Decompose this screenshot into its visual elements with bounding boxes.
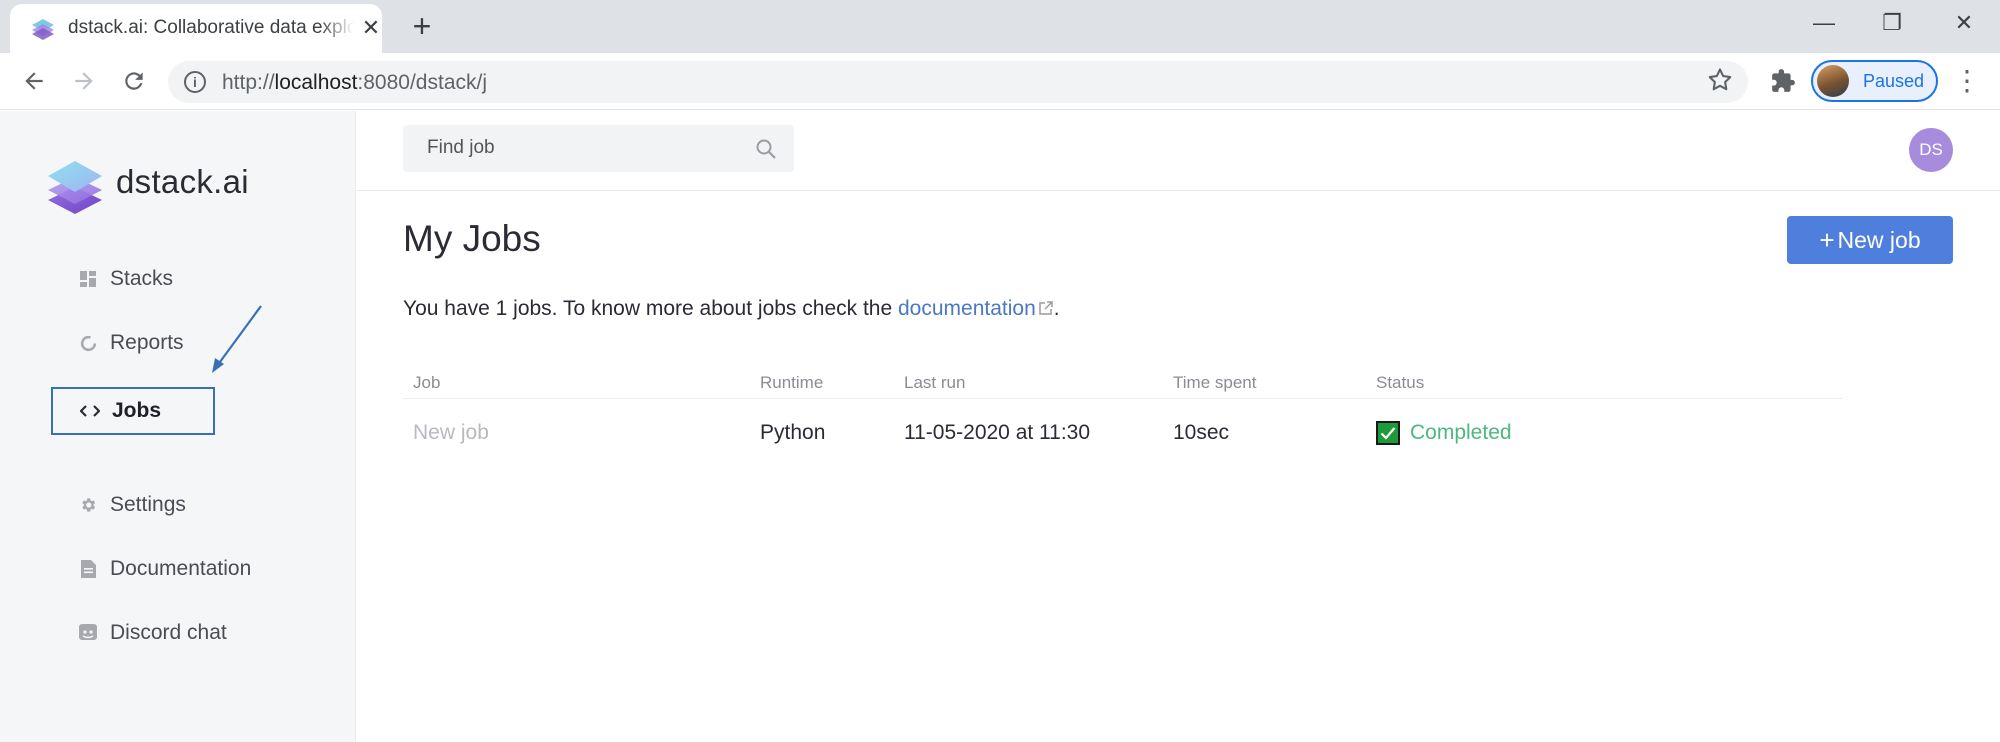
forward-button[interactable] xyxy=(66,63,102,99)
code-icon xyxy=(80,401,100,421)
tab-title: dstack.ai: Collaborative data exploratio… xyxy=(68,17,354,38)
reload-icon xyxy=(125,72,143,90)
arrow-right-icon xyxy=(75,72,93,90)
sidebar-item-label: Stacks xyxy=(110,267,174,290)
sidebar-item-discord-chat[interactable]: Discord chat xyxy=(78,615,227,651)
address-bar[interactable]: i http://localhost:8080/dstack/j xyxy=(168,61,1748,103)
sidebar-item-label: Settings xyxy=(110,493,186,516)
column-header-status[interactable]: Status xyxy=(1376,373,1424,393)
page-title: My Jobs xyxy=(403,218,541,259)
arrow-left-icon xyxy=(25,72,43,90)
job-last-run: 11-05-2020 at 11:30 xyxy=(904,421,1091,444)
sidebar-item-label: Documentation xyxy=(110,557,252,580)
table-header: Job Runtime Last run Time spent Status xyxy=(403,361,1843,399)
browser-toolbar: i http://localhost:8080/dstack/j Paused … xyxy=(0,53,2000,110)
profile-avatar xyxy=(1817,65,1849,97)
new-tab-button[interactable]: + xyxy=(406,10,438,42)
discord-icon xyxy=(78,623,98,643)
sidebar-item-stacks[interactable]: Stacks xyxy=(78,261,173,297)
new-job-button[interactable]: + New job xyxy=(1787,216,1953,264)
sidebar-item-label: Jobs xyxy=(112,399,162,422)
gear-icon xyxy=(78,495,98,515)
external-link-icon xyxy=(1039,301,1053,315)
reload-button[interactable] xyxy=(116,63,152,99)
search-icon[interactable] xyxy=(754,137,778,161)
search-box[interactable] xyxy=(403,125,794,172)
new-job-label: New job xyxy=(1837,226,1921,253)
job-status: Completed xyxy=(1376,421,1512,445)
dashboard-icon xyxy=(78,269,98,289)
browser-menu-icon[interactable]: ⋮ xyxy=(1952,63,1982,99)
browser-tab[interactable]: dstack.ai: Collaborative data exploratio… xyxy=(10,4,382,53)
dstack-favicon-icon xyxy=(32,19,54,40)
user-avatar[interactable]: DS xyxy=(1909,128,1953,172)
site-info-icon[interactable]: i xyxy=(184,71,206,93)
extensions-puzzle-icon[interactable] xyxy=(1770,68,1796,94)
annotation-arrow-icon xyxy=(212,305,262,373)
column-header-time-spent[interactable]: Time spent xyxy=(1173,373,1256,393)
jobs-table: Job Runtime Last run Time spent Status N… xyxy=(403,361,1843,465)
documentation-link[interactable]: documentation xyxy=(898,297,1054,320)
window-minimize-button[interactable]: — xyxy=(1804,6,1844,40)
back-button[interactable] xyxy=(16,63,52,99)
top-bar: DS xyxy=(357,111,2000,191)
intro-text: You have 1 jobs. To know more about jobs… xyxy=(403,297,1060,320)
plus-icon: + xyxy=(1819,224,1835,255)
sidebar-item-label: Reports xyxy=(110,331,184,354)
job-time-spent: 10sec xyxy=(1173,421,1230,444)
column-header-runtime[interactable]: Runtime xyxy=(760,373,823,393)
sidebar: dstack.ai Stacks Reports Jobs Settings D… xyxy=(0,111,356,742)
search-input[interactable] xyxy=(427,137,727,159)
checkmark-icon xyxy=(1376,421,1400,445)
bookmark-star-icon[interactable] xyxy=(1706,66,1734,94)
reports-icon xyxy=(78,333,98,353)
window-restore-button[interactable]: ❐ xyxy=(1872,6,1912,40)
dstack-logo-icon xyxy=(48,161,102,214)
main-content: DS My Jobs + New job You have 1 jobs. To… xyxy=(357,111,2000,742)
browser-tab-bar: dstack.ai: Collaborative data exploratio… xyxy=(0,0,2000,53)
url-text[interactable]: http://localhost:8080/dstack/j xyxy=(222,71,487,95)
sidebar-item-settings[interactable]: Settings xyxy=(78,487,186,523)
column-header-last-run[interactable]: Last run xyxy=(904,373,965,393)
tab-close-icon[interactable]: ✕ xyxy=(358,15,384,41)
sidebar-item-label: Discord chat xyxy=(110,621,227,644)
brand-name: dstack.ai xyxy=(116,163,249,200)
profile-button[interactable]: Paused xyxy=(1811,60,1938,102)
sidebar-item-documentation[interactable]: Documentation xyxy=(78,551,251,587)
column-header-job[interactable]: Job xyxy=(413,373,440,393)
job-runtime: Python xyxy=(760,421,826,444)
status-label: Completed xyxy=(1410,421,1512,444)
sidebar-item-reports[interactable]: Reports xyxy=(78,325,184,361)
document-icon xyxy=(78,559,98,579)
sidebar-item-jobs[interactable]: Jobs xyxy=(51,387,215,435)
job-name[interactable]: New job xyxy=(413,421,489,445)
table-row[interactable]: New job Python 11-05-2020 at 11:30 10sec… xyxy=(403,399,1843,465)
profile-status-label: Paused xyxy=(1863,71,1925,91)
window-close-button[interactable]: ✕ xyxy=(1944,6,1984,40)
